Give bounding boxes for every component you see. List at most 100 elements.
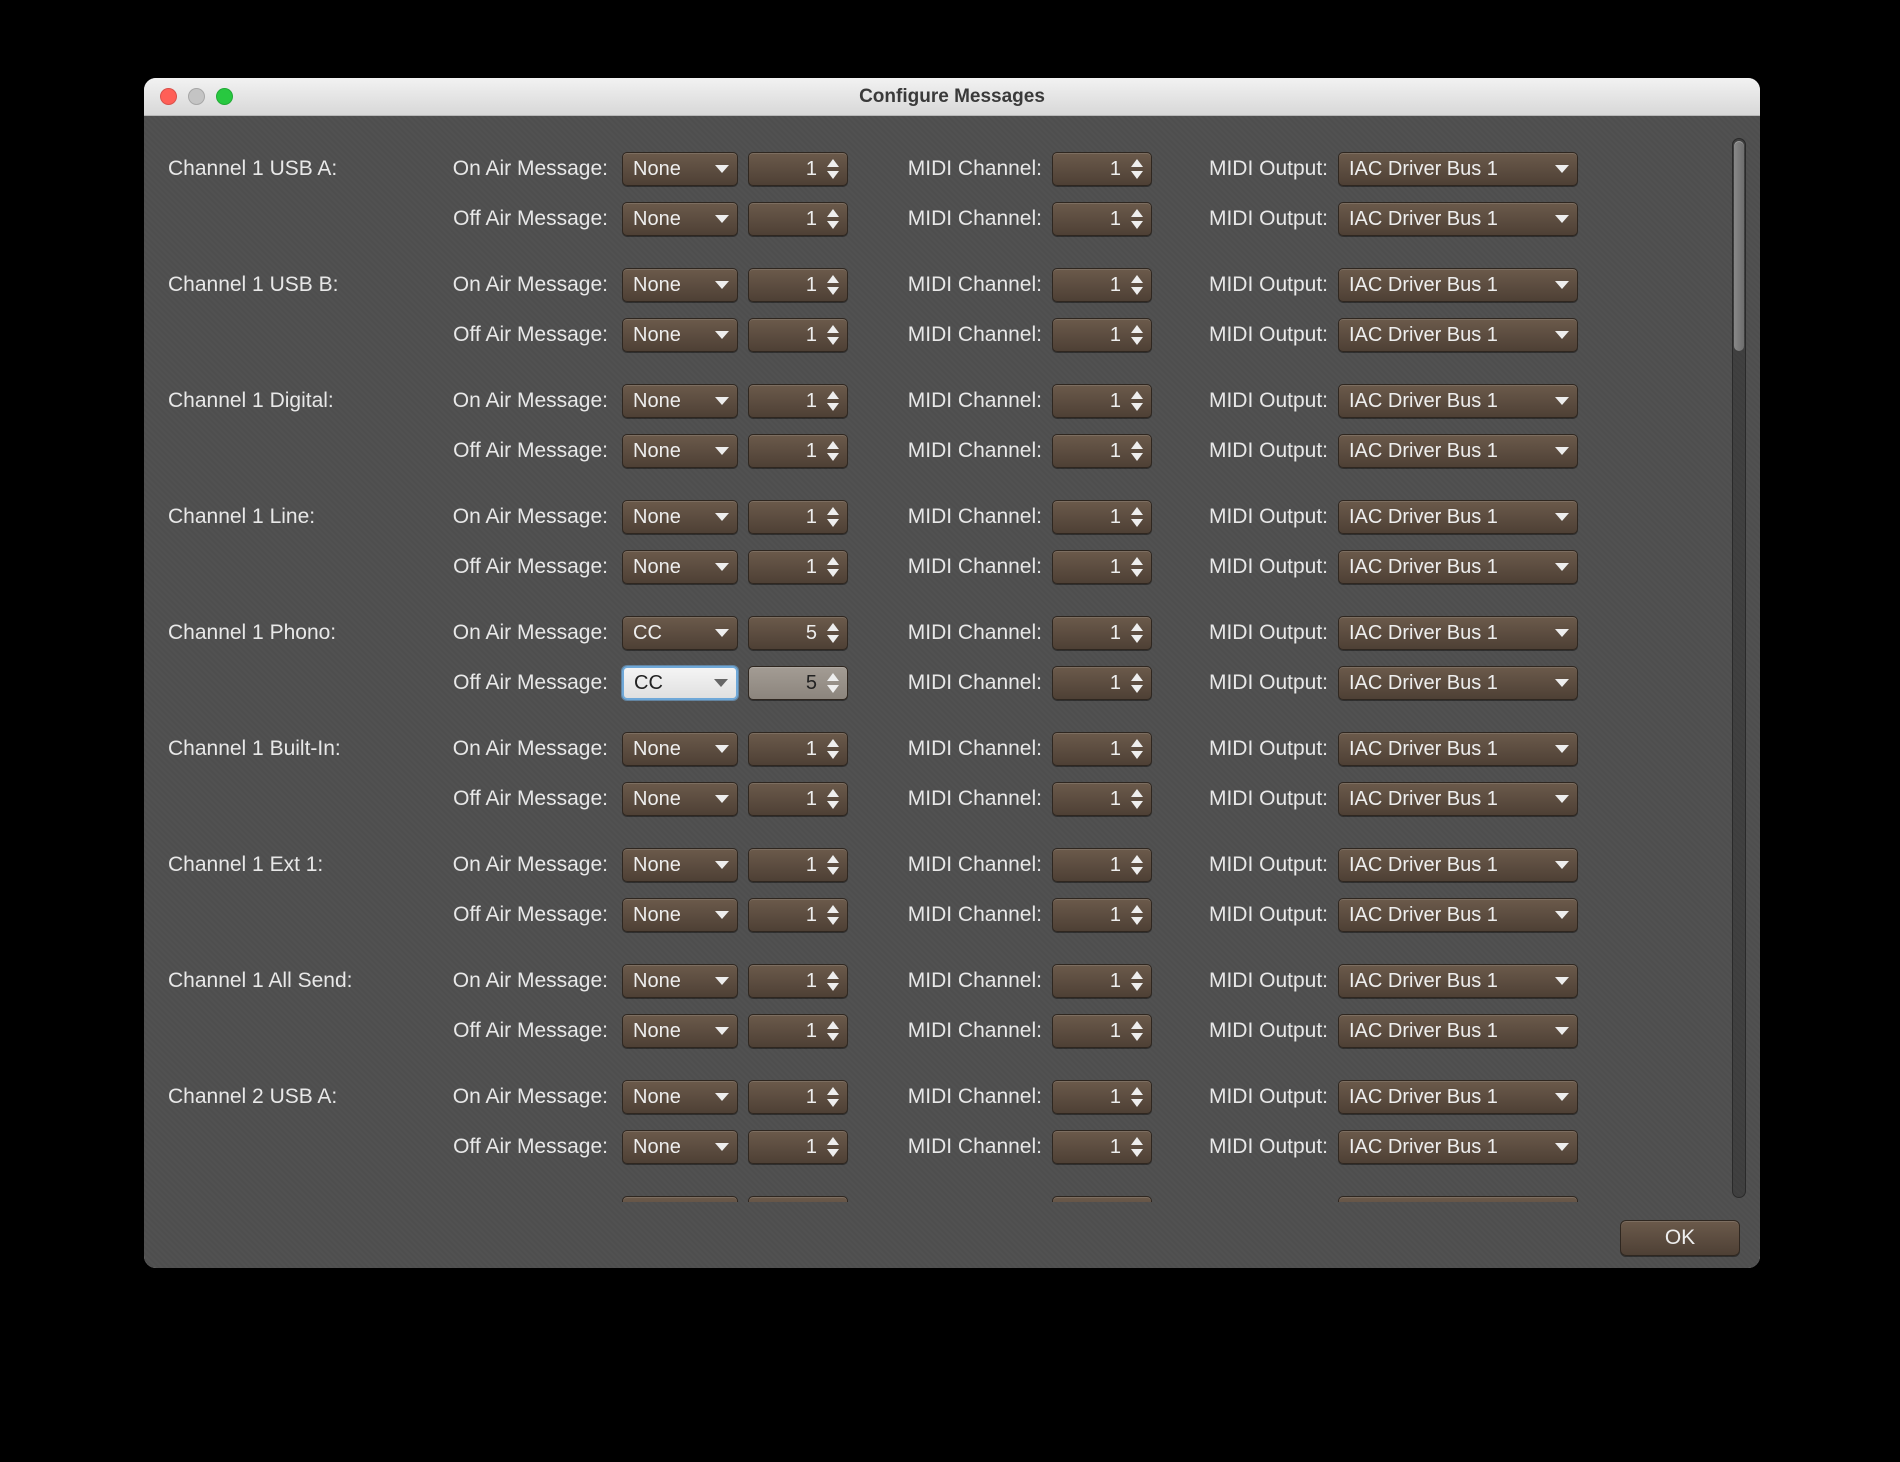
message-type-select[interactable]: None	[622, 550, 738, 584]
message-type-select[interactable]: None	[622, 1014, 738, 1048]
midi-channel-stepper[interactable]: 1	[1052, 384, 1152, 418]
stepper-arrows[interactable]	[823, 669, 843, 697]
message-type-select[interactable]: None	[622, 318, 738, 352]
message-type-select[interactable]: None	[622, 1196, 738, 1202]
minimize-icon[interactable]	[188, 88, 205, 105]
stepper-arrows[interactable]	[1127, 271, 1147, 299]
message-number-stepper[interactable]: 1	[748, 1014, 848, 1048]
stepper-arrows[interactable]	[1127, 669, 1147, 697]
message-number-stepper[interactable]: 1	[748, 964, 848, 998]
message-type-select[interactable]: None	[622, 848, 738, 882]
message-type-select[interactable]: None	[622, 732, 738, 766]
midi-channel-stepper[interactable]: 1	[1052, 550, 1152, 584]
message-number-stepper[interactable]: 5	[748, 616, 848, 650]
stepper-arrows[interactable]	[823, 967, 843, 995]
midi-output-select[interactable]: IAC Driver Bus 1	[1338, 848, 1578, 882]
midi-channel-stepper[interactable]: 1	[1052, 434, 1152, 468]
stepper-arrows[interactable]	[1127, 437, 1147, 465]
stepper-arrows[interactable]	[1127, 387, 1147, 415]
midi-channel-stepper[interactable]: 1	[1052, 848, 1152, 882]
message-type-select[interactable]: None	[622, 964, 738, 998]
message-number-stepper[interactable]: 1	[748, 1130, 848, 1164]
message-number-stepper[interactable]: 1	[748, 1080, 848, 1114]
midi-channel-stepper[interactable]: 1	[1052, 500, 1152, 534]
message-type-select[interactable]: None	[622, 152, 738, 186]
scrollbar-thumb[interactable]	[1734, 141, 1744, 351]
stepper-arrows[interactable]	[823, 851, 843, 879]
scroll-area[interactable]: Channel 1 USB A: On Air Message: None 1 …	[162, 134, 1712, 1202]
message-type-select[interactable]: None	[622, 268, 738, 302]
midi-channel-stepper[interactable]: 1	[1052, 898, 1152, 932]
message-number-stepper[interactable]: 1	[748, 732, 848, 766]
midi-output-select[interactable]: IAC Driver Bus 1	[1338, 782, 1578, 816]
midi-output-select[interactable]: IAC Driver Bus 1	[1338, 732, 1578, 766]
stepper-arrows[interactable]	[823, 1083, 843, 1111]
close-icon[interactable]	[160, 88, 177, 105]
stepper-arrows[interactable]	[1127, 321, 1147, 349]
stepper-arrows[interactable]	[1127, 503, 1147, 531]
message-number-stepper[interactable]: 1	[748, 1196, 848, 1202]
midi-output-select[interactable]: IAC Driver Bus 1	[1338, 898, 1578, 932]
midi-output-select[interactable]: IAC Driver Bus 1	[1338, 152, 1578, 186]
message-number-stepper[interactable]: 1	[748, 500, 848, 534]
midi-output-select[interactable]: IAC Driver Bus 1	[1338, 318, 1578, 352]
midi-channel-stepper[interactable]: 1	[1052, 268, 1152, 302]
stepper-arrows[interactable]	[1127, 619, 1147, 647]
midi-channel-stepper[interactable]: 1	[1052, 1130, 1152, 1164]
midi-output-select[interactable]: IAC Driver Bus 1	[1338, 202, 1578, 236]
midi-channel-stepper[interactable]: 1	[1052, 732, 1152, 766]
message-type-select[interactable]: CC	[622, 666, 738, 700]
midi-channel-stepper[interactable]: 1	[1052, 1080, 1152, 1114]
stepper-arrows[interactable]	[1127, 205, 1147, 233]
midi-channel-stepper[interactable]: 1	[1052, 1196, 1152, 1202]
stepper-arrows[interactable]	[1127, 1199, 1147, 1202]
zoom-icon[interactable]	[216, 88, 233, 105]
stepper-arrows[interactable]	[1127, 901, 1147, 929]
stepper-arrows[interactable]	[823, 1017, 843, 1045]
message-number-stepper[interactable]: 1	[748, 152, 848, 186]
message-number-stepper[interactable]: 1	[748, 848, 848, 882]
midi-channel-stepper[interactable]: 1	[1052, 202, 1152, 236]
stepper-arrows[interactable]	[823, 1133, 843, 1161]
midi-channel-stepper[interactable]: 1	[1052, 666, 1152, 700]
stepper-arrows[interactable]	[823, 503, 843, 531]
stepper-arrows[interactable]	[1127, 155, 1147, 183]
stepper-arrows[interactable]	[1127, 735, 1147, 763]
midi-output-select[interactable]: IAC Driver Bus 1	[1338, 1196, 1578, 1202]
stepper-arrows[interactable]	[823, 387, 843, 415]
midi-output-select[interactable]: IAC Driver Bus 1	[1338, 1130, 1578, 1164]
stepper-arrows[interactable]	[823, 271, 843, 299]
stepper-arrows[interactable]	[823, 437, 843, 465]
midi-output-select[interactable]: IAC Driver Bus 1	[1338, 616, 1578, 650]
stepper-arrows[interactable]	[1127, 851, 1147, 879]
midi-output-select[interactable]: IAC Driver Bus 1	[1338, 1014, 1578, 1048]
message-number-stepper[interactable]: 1	[748, 268, 848, 302]
stepper-arrows[interactable]	[1127, 1017, 1147, 1045]
message-number-stepper[interactable]: 1	[748, 318, 848, 352]
stepper-arrows[interactable]	[823, 1199, 843, 1202]
message-type-select[interactable]: None	[622, 500, 738, 534]
message-type-select[interactable]: None	[622, 434, 738, 468]
midi-channel-stepper[interactable]: 1	[1052, 1014, 1152, 1048]
midi-channel-stepper[interactable]: 1	[1052, 964, 1152, 998]
stepper-arrows[interactable]	[823, 321, 843, 349]
message-number-stepper[interactable]: 1	[748, 384, 848, 418]
ok-button[interactable]: OK	[1620, 1220, 1740, 1256]
stepper-arrows[interactable]	[823, 205, 843, 233]
message-type-select[interactable]: None	[622, 384, 738, 418]
stepper-arrows[interactable]	[823, 155, 843, 183]
message-number-stepper[interactable]: 1	[748, 550, 848, 584]
message-number-stepper[interactable]: 1	[748, 898, 848, 932]
midi-channel-stepper[interactable]: 1	[1052, 616, 1152, 650]
midi-output-select[interactable]: IAC Driver Bus 1	[1338, 964, 1578, 998]
message-type-select[interactable]: None	[622, 898, 738, 932]
stepper-arrows[interactable]	[1127, 553, 1147, 581]
stepper-arrows[interactable]	[1127, 1083, 1147, 1111]
message-number-stepper[interactable]: 1	[748, 202, 848, 236]
stepper-arrows[interactable]	[823, 901, 843, 929]
midi-output-select[interactable]: IAC Driver Bus 1	[1338, 434, 1578, 468]
midi-channel-stepper[interactable]: 1	[1052, 782, 1152, 816]
message-type-select[interactable]: CC	[622, 616, 738, 650]
midi-output-select[interactable]: IAC Driver Bus 1	[1338, 666, 1578, 700]
message-number-stepper[interactable]: 5	[748, 666, 848, 700]
